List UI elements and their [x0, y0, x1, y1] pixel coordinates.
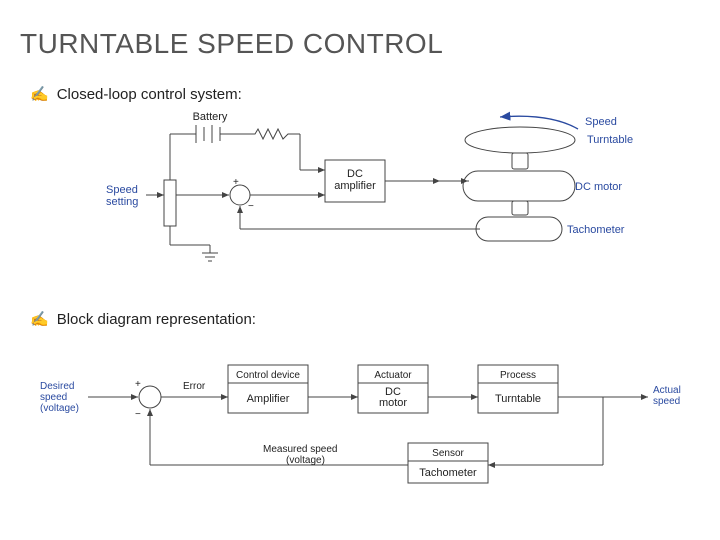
amplifier-label: Amplifier — [247, 393, 290, 405]
speed-setting-label: Speedsetting — [106, 184, 138, 208]
actuator-label: Actuator — [374, 370, 412, 381]
bullet-2: ✍ Block diagram representation: — [30, 310, 256, 329]
sum-minus-2: − — [135, 409, 141, 420]
dc-motor-icon — [463, 171, 575, 201]
bullet-1-text: Closed-loop control system: — [57, 86, 242, 103]
tachometer-icon — [476, 217, 562, 241]
tachometer-text: Tachometer — [419, 467, 477, 479]
figure-block-diagram: Desiredspeed(voltage) + − Error Control … — [38, 335, 698, 515]
sum-minus: − — [248, 201, 254, 212]
figure-closed-loop: Battery Speedsetting + − DCamplifier DC … — [100, 105, 660, 295]
potentiometer-icon — [164, 180, 176, 226]
dc-motor-label: DC motor — [575, 181, 622, 193]
battery-label: Battery — [193, 111, 228, 123]
slide-title: TURNTABLE SPEED CONTROL — [20, 28, 443, 60]
speed-label: Speed — [585, 116, 617, 128]
bullet-icon: ✍ — [30, 312, 49, 328]
turntable-label: Turntable — [587, 134, 633, 146]
control-device-label: Control device — [236, 370, 300, 381]
sensor-label: Sensor — [432, 448, 464, 459]
summing-junction-icon — [139, 386, 161, 408]
error-label: Error — [183, 381, 206, 392]
bullet-icon: ✍ — [30, 87, 49, 103]
sum-plus-2: + — [135, 379, 141, 390]
tachometer-label: Tachometer — [567, 224, 625, 236]
summing-junction-icon — [230, 185, 250, 205]
process-label: Process — [500, 370, 536, 381]
desired-speed-label: Desiredspeed(voltage) — [40, 381, 79, 414]
sum-plus: + — [233, 177, 239, 188]
turntable-icon — [465, 127, 575, 153]
turntable-text: Turntable — [495, 393, 541, 405]
bullet-1: ✍ Closed-loop control system: — [30, 85, 242, 104]
bullet-2-text: Block diagram representation: — [57, 311, 256, 328]
actual-speed-label: Actualspeed — [653, 385, 681, 407]
measured-speed-label: Measured speed(voltage) — [263, 444, 338, 466]
